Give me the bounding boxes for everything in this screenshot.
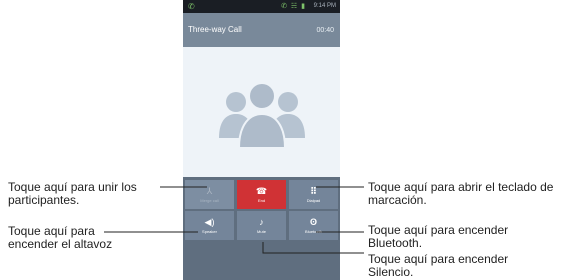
annotation-merge-line2: participantes. — [8, 193, 80, 207]
annotation-mute: Toque aquí para encender Silencio. — [368, 253, 508, 279]
end-call-label: End — [257, 198, 266, 203]
bluetooth-icon: ʘ — [309, 217, 317, 227]
annotation-dialpad: Toque aquí para abrir el teclado de marc… — [368, 181, 553, 207]
annotation-merge: Toque aquí para unir los participantes. — [8, 181, 137, 207]
bluetooth-button[interactable]: ʘ Bluetooth — [289, 211, 338, 240]
speaker-icon: ◀) — [204, 217, 215, 227]
bluetooth-label: Bluetooth — [305, 229, 322, 234]
merge-icon: ⅄ — [206, 186, 213, 196]
annotation-mute-line2: Silencio. — [368, 265, 414, 279]
annotation-dialpad-line2: marcación. — [368, 193, 427, 207]
annotation-speaker-line2: encender el altavoz — [8, 237, 113, 251]
speaker-button[interactable]: ◀) Speaker — [185, 211, 234, 240]
status-bar: ✆ ✆ ☵ ▮ 9:14 PM — [183, 0, 340, 13]
dialpad-label: Dialpad — [306, 198, 321, 203]
mute-button[interactable]: ♪ Mute — [237, 211, 286, 240]
status-icons: ✆ ☵ ▮ — [281, 3, 306, 10]
annotation-bluetooth-line2: Bluetooth. — [368, 236, 423, 250]
speaker-label: Speaker — [202, 229, 217, 234]
group-contacts-icon — [219, 82, 305, 148]
call-timer: 00:40 — [316, 27, 334, 34]
annotation-bluetooth: Toque aquí para encender Bluetooth. — [368, 224, 508, 250]
phone-screen: ✆ ✆ ☵ ▮ 9:14 PM Three-way Call 00:40 ⅄ M… — [183, 0, 340, 280]
hangup-icon: ☎ — [255, 186, 268, 196]
merge-call-button[interactable]: ⅄ Merge call — [185, 180, 234, 209]
call-title: Three-way Call — [188, 25, 242, 34]
microphone-icon: ♪ — [259, 217, 264, 227]
dialpad-button[interactable]: ⠿ Dialpad — [289, 180, 338, 209]
status-time: 9:14 PM — [313, 3, 336, 9]
merge-call-label: Merge call — [200, 198, 219, 203]
end-call-button[interactable]: ☎ End — [237, 180, 286, 209]
dialpad-icon: ⠿ — [310, 186, 317, 196]
call-header: Three-way Call 00:40 — [183, 13, 340, 47]
mute-label: Mute — [257, 229, 266, 234]
call-indicator-icon: ✆ — [188, 2, 195, 11]
call-controls: ⅄ Merge call ☎ End ⠿ Dialpad ◀) Speaker … — [183, 177, 340, 280]
annotation-speaker: Toque aquí para encender el altavoz — [8, 225, 112, 251]
